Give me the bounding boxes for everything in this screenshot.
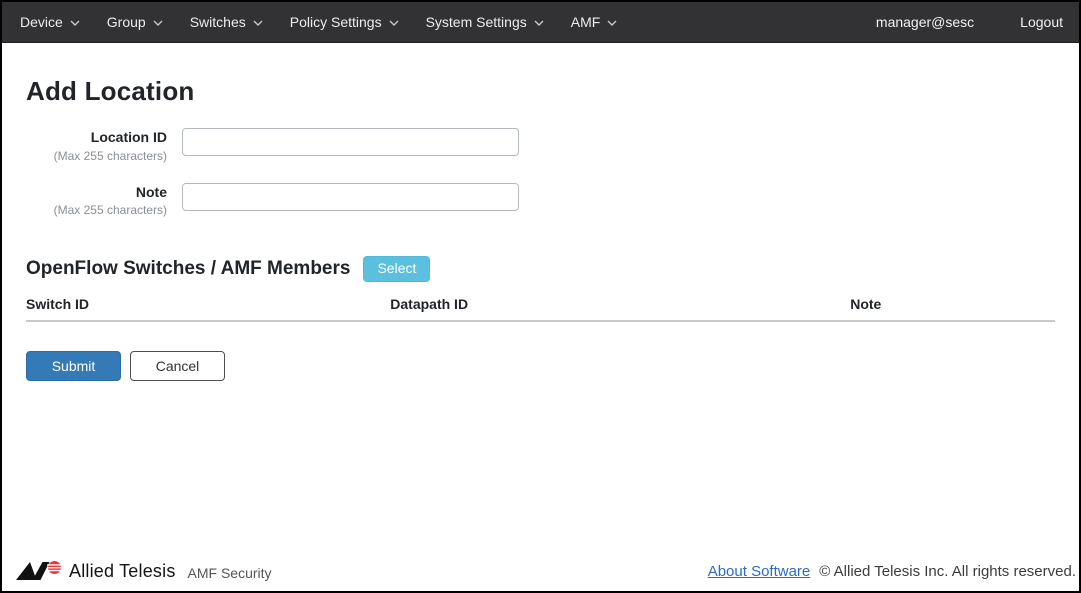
form-row-note: Note (Max 255 characters) bbox=[26, 183, 1055, 219]
cancel-button[interactable]: Cancel bbox=[130, 351, 225, 381]
allied-telesis-logo-icon bbox=[16, 560, 62, 582]
nav-item-label: Switches bbox=[190, 14, 246, 30]
chevron-down-icon bbox=[534, 20, 544, 26]
nav-item-label: AMF bbox=[571, 14, 601, 30]
nav-right: manager@sesc Logout bbox=[876, 14, 1063, 30]
members-section-title: OpenFlow Switches / AMF Members bbox=[26, 258, 350, 280]
submit-button[interactable]: Submit bbox=[26, 351, 121, 381]
chevron-down-icon bbox=[607, 20, 617, 26]
column-header-datapath-id: Datapath ID bbox=[390, 296, 850, 321]
main-content: Add Location Location ID (Max 255 charac… bbox=[2, 43, 1079, 554]
chevron-down-icon bbox=[253, 20, 263, 26]
form-row-location-id: Location ID (Max 255 characters) bbox=[26, 128, 1055, 164]
members-table: Switch ID Datapath ID Note bbox=[26, 296, 1055, 322]
logged-in-user: manager@sesc bbox=[876, 14, 974, 30]
logout-button[interactable]: Logout bbox=[1020, 14, 1063, 30]
nav-item-policy-settings[interactable]: Policy Settings bbox=[286, 10, 403, 34]
label-col: Location ID (Max 255 characters) bbox=[26, 128, 167, 164]
nav-item-label: Device bbox=[20, 14, 63, 30]
nav-item-group[interactable]: Group bbox=[103, 10, 167, 34]
note-hint: (Max 255 characters) bbox=[26, 203, 167, 218]
nav-menu: Device Group Switches Policy Settings bbox=[16, 10, 640, 34]
chevron-down-icon bbox=[70, 20, 80, 26]
about-software-link[interactable]: About Software bbox=[708, 563, 811, 580]
product-name: AMF Security bbox=[188, 561, 272, 581]
footer: Allied Telesis AMF Security About Softwa… bbox=[2, 554, 1079, 591]
location-id-input[interactable] bbox=[182, 128, 519, 156]
nav-item-label: System Settings bbox=[426, 14, 527, 30]
copyright-text: © Allied Telesis Inc. All rights reserve… bbox=[819, 563, 1076, 580]
nav-item-device[interactable]: Device bbox=[16, 10, 84, 34]
label-col: Note (Max 255 characters) bbox=[26, 183, 167, 219]
nav-item-label: Group bbox=[107, 14, 146, 30]
location-id-label: Location ID bbox=[26, 129, 167, 147]
nav-item-switches[interactable]: Switches bbox=[186, 10, 267, 34]
add-location-form: Location ID (Max 255 characters) Note (M… bbox=[26, 128, 1055, 218]
note-input[interactable] bbox=[182, 183, 519, 211]
footer-brand: Allied Telesis AMF Security bbox=[16, 560, 272, 582]
page-title: Add Location bbox=[26, 76, 1055, 107]
members-section-header: OpenFlow Switches / AMF Members Select bbox=[26, 256, 1055, 282]
app-window: Device Group Switches Policy Settings bbox=[0, 0, 1081, 593]
note-label: Note bbox=[26, 184, 167, 202]
top-navbar: Device Group Switches Policy Settings bbox=[2, 2, 1079, 43]
footer-links: About Software © Allied Telesis Inc. All… bbox=[708, 563, 1076, 580]
nav-item-label: Policy Settings bbox=[290, 14, 382, 30]
select-members-button[interactable]: Select bbox=[363, 256, 430, 282]
nav-item-system-settings[interactable]: System Settings bbox=[422, 10, 548, 34]
members-table-header-row: Switch ID Datapath ID Note bbox=[26, 296, 1055, 321]
brand-name: Allied Telesis bbox=[69, 561, 176, 582]
nav-item-amf[interactable]: AMF bbox=[567, 10, 622, 34]
chevron-down-icon bbox=[153, 20, 163, 26]
form-actions: Submit Cancel bbox=[26, 351, 1055, 381]
location-id-hint: (Max 255 characters) bbox=[26, 149, 167, 164]
column-header-switch-id: Switch ID bbox=[26, 296, 390, 321]
column-header-note: Note bbox=[850, 296, 1055, 321]
chevron-down-icon bbox=[389, 20, 399, 26]
